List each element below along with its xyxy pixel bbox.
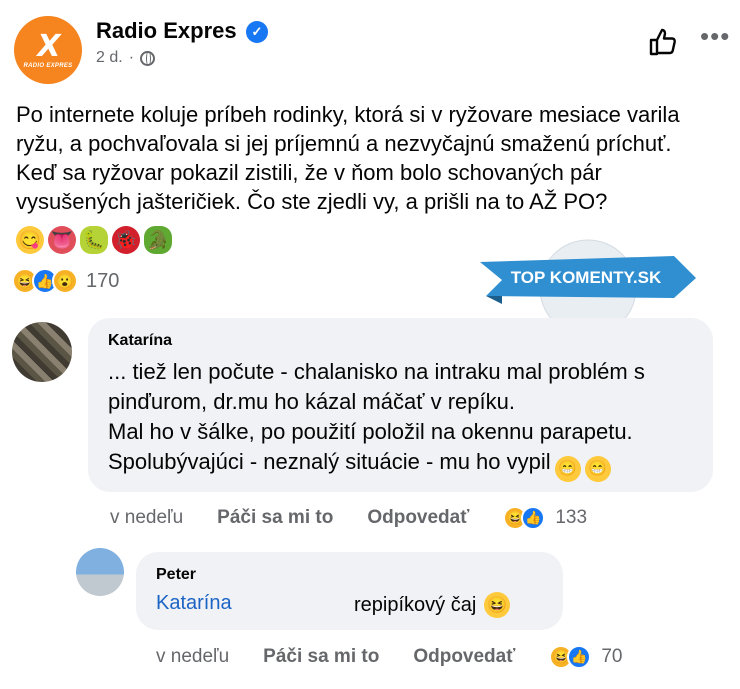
reply-button[interactable]: Odpovedať <box>367 507 469 529</box>
comment-line: Mal ho v šálke, po použití položil na ok… <box>108 419 633 444</box>
comment-text: repipíkový čaj 😆 <box>354 592 511 618</box>
comment-reactions[interactable]: 😆 👍 70 <box>549 645 622 669</box>
thumbs-up-icon[interactable] <box>648 27 678 57</box>
laughing-emoji-icon: 😆 <box>484 592 511 618</box>
like-button[interactable]: Páči sa mi to <box>217 507 333 529</box>
grin-emoji-icon: 😁 <box>554 456 581 482</box>
comment-reactions[interactable]: 😆 👍 133 <box>503 506 587 530</box>
logo-x: X <box>37 28 60 64</box>
caterpillar-emoji-icon: 🐛 <box>80 226 108 254</box>
comment-author[interactable]: Peter <box>156 566 196 584</box>
page-avatar[interactable]: X RADIO EXPRES <box>14 16 82 84</box>
post-meta: 2 d. · <box>96 49 156 67</box>
yum-emoji-icon: 😋 <box>16 226 44 254</box>
comment-actions: v nedeľu Páči sa mi to Odpovedať 😆 👍 133 <box>110 506 587 530</box>
comment-line: ... tiež len počute - chalanisko na intr… <box>108 359 645 384</box>
comment-line: pinďurom, dr.mu ho kázal máčať v repíku. <box>108 389 515 414</box>
comment-reaction-count: 70 <box>601 646 623 667</box>
like-reaction-icon: 👍 <box>567 645 592 669</box>
mention-link[interactable]: Katarína <box>156 592 232 615</box>
post-text: Po internete koluje príbeh rodinky, ktor… <box>16 102 680 214</box>
crocodile-emoji-icon: 🐊 <box>144 226 172 254</box>
post-reactions[interactable]: 😆 👍 😮 170 <box>12 268 119 294</box>
post-time[interactable]: 2 d. <box>96 49 123 67</box>
comment-time[interactable]: v nedeľu <box>110 507 183 529</box>
reaction-count: 170 <box>86 269 120 292</box>
comment-author[interactable]: Katarína <box>108 332 172 350</box>
like-reaction-icon: 👍 <box>521 506 546 530</box>
comment-reaction-count: 133 <box>555 507 588 528</box>
meta-separator: · <box>128 49 135 66</box>
comment-text: ... tiež len počute - chalanisko na intr… <box>108 357 708 482</box>
logo-brand: RADIO EXPRES <box>23 62 73 69</box>
avatar[interactable] <box>76 548 124 596</box>
tongue-emoji-icon: 👅 <box>48 226 76 254</box>
comment-bubble <box>136 552 563 630</box>
globe-icon <box>140 50 156 66</box>
comment-actions: v nedeľu Páči sa mi to Odpovedať 😆 👍 70 <box>156 645 622 669</box>
verified-badge-icon: ✓ <box>246 21 268 43</box>
comment-time[interactable]: v nedeľu <box>156 646 229 668</box>
comment-text-content: repipíkový čaj <box>354 593 477 616</box>
wow-reaction-icon: 😮 <box>52 268 78 294</box>
reply-button[interactable]: Odpovedať <box>413 646 515 668</box>
avatar[interactable] <box>12 322 72 382</box>
comment-line: Spolubývajúci - neznalý situácie - mu ho… <box>108 449 551 474</box>
post-emojis: 😋 👅 🐛 🐞 🐊 <box>16 226 172 254</box>
grin-emoji-icon: 😁 <box>584 456 611 482</box>
comment-line-last: Spolubývajúci - neznalý situácie - mu ho… <box>108 447 708 482</box>
page-name[interactable]: Radio Expres <box>96 18 237 44</box>
banner-text: TOP KOMENTY.SK <box>511 268 662 287</box>
ladybug-emoji-icon: 🐞 <box>112 226 140 254</box>
more-options-icon[interactable]: ••• <box>700 23 730 49</box>
like-button[interactable]: Páči sa mi to <box>263 646 379 668</box>
